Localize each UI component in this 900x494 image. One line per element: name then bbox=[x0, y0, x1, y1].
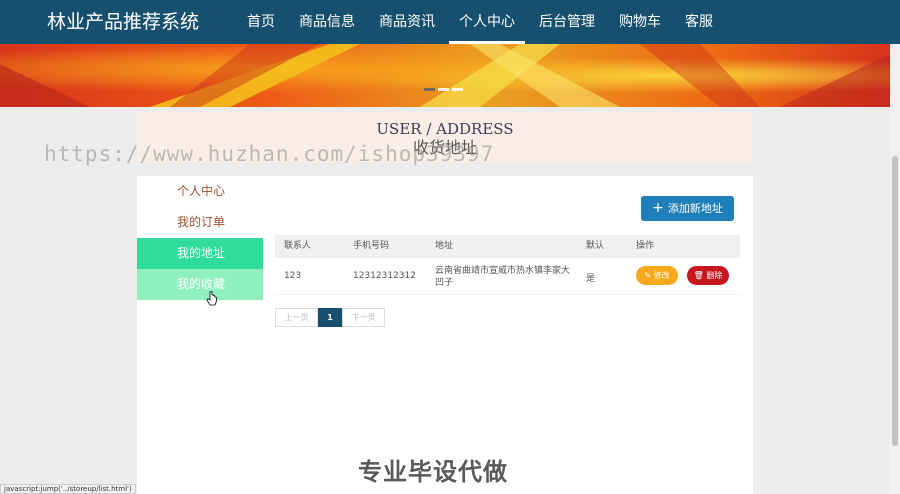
nav-home[interactable]: 首页 bbox=[235, 0, 287, 44]
plus-icon: + bbox=[652, 200, 664, 216]
banner-dot[interactable] bbox=[452, 88, 463, 91]
edit-label: 修改 bbox=[653, 271, 670, 280]
banner-dot[interactable] bbox=[438, 88, 449, 91]
next-page-button[interactable]: 下一页 bbox=[342, 308, 385, 327]
hero-banner bbox=[0, 44, 890, 107]
section-title-en: USER / ADDRESS bbox=[376, 120, 514, 138]
col-contact: 联系人 bbox=[284, 241, 312, 251]
page-number-button[interactable]: 1 bbox=[318, 308, 342, 327]
delete-label: 删除 bbox=[706, 271, 723, 280]
pagination: 上一页 1 下一页 bbox=[275, 308, 385, 327]
banner-dot[interactable] bbox=[424, 88, 435, 91]
top-nav-bar: 林业产品推荐系统 首页 商品信息 商品资讯 个人中心 后台管理 购物车 客服 bbox=[0, 0, 900, 44]
user-sidebar: 个人中心 我的订单 我的地址 我的收藏 bbox=[137, 176, 263, 300]
main-nav: 首页 商品信息 商品资讯 个人中心 后台管理 购物车 客服 bbox=[235, 0, 725, 44]
nav-news[interactable]: 商品资讯 bbox=[367, 0, 447, 44]
banner-pagination bbox=[424, 88, 463, 91]
nav-cart[interactable]: 购物车 bbox=[607, 0, 673, 44]
cell-default: 是 bbox=[586, 274, 596, 284]
sidebar-item-user-center[interactable]: 个人中心 bbox=[137, 176, 263, 207]
table-header: 联系人 手机号码 地址 默认 操作 bbox=[275, 235, 740, 258]
nav-admin[interactable]: 后台管理 bbox=[527, 0, 607, 44]
browser-status-bar: javascript:jump('../storeup/list.html') bbox=[0, 484, 136, 494]
col-actions: 操作 bbox=[636, 241, 655, 251]
col-phone: 手机号码 bbox=[353, 241, 390, 251]
sidebar-item-orders[interactable]: 我的订单 bbox=[137, 207, 263, 238]
sidebar-item-address[interactable]: 我的地址 bbox=[137, 238, 263, 269]
scrollbar-thumb[interactable] bbox=[892, 156, 898, 446]
cell-phone: 12312312312 bbox=[353, 271, 416, 281]
hand-cursor-icon bbox=[206, 291, 217, 306]
cell-address: 云南省曲靖市宣威市热水镇李家大凹子 bbox=[435, 266, 571, 288]
sidebar-item-favorites[interactable]: 我的收藏 bbox=[137, 269, 263, 300]
url-watermark: https://www.huzhan.com/ishop39397 bbox=[44, 142, 495, 166]
nav-products[interactable]: 商品信息 bbox=[287, 0, 367, 44]
nav-user-center[interactable]: 个人中心 bbox=[447, 0, 527, 44]
promo-watermark: 专业毕设代做 bbox=[358, 458, 508, 486]
edit-button[interactable]: ✎ 修改 bbox=[636, 266, 678, 285]
col-address: 地址 bbox=[435, 241, 454, 251]
trash-icon: 🗑 bbox=[693, 271, 704, 280]
add-address-label: 添加新地址 bbox=[667, 202, 723, 215]
address-table: 联系人 手机号码 地址 默认 操作 123 12312312312 云南省曲靖市… bbox=[275, 235, 740, 295]
add-address-button[interactable]: + 添加新地址 bbox=[641, 196, 734, 221]
prev-page-button[interactable]: 上一页 bbox=[275, 308, 318, 327]
main-panel: 个人中心 我的订单 我的地址 我的收藏 + 添加新地址 联系人 手机号码 地址 默… bbox=[137, 176, 753, 494]
site-brand[interactable]: 林业产品推荐系统 bbox=[47, 10, 199, 34]
pencil-icon: ✎ bbox=[644, 271, 652, 280]
banner-artwork bbox=[0, 44, 890, 107]
nav-service[interactable]: 客服 bbox=[673, 0, 725, 44]
page-scrollbar[interactable] bbox=[890, 44, 900, 494]
table-row: 123 12312312312 云南省曲靖市宣威市热水镇李家大凹子 是 ✎ 修改… bbox=[275, 258, 740, 295]
cell-contact: 123 bbox=[284, 271, 302, 281]
delete-button[interactable]: 🗑 删除 bbox=[687, 266, 729, 285]
col-default: 默认 bbox=[586, 241, 605, 251]
